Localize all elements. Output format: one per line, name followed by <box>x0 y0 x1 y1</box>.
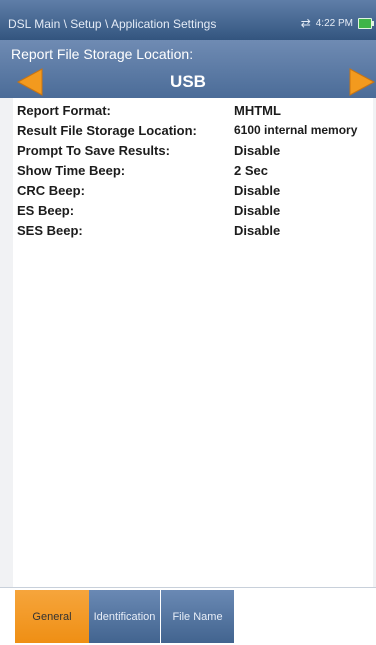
setting-label: Prompt To Save Results: <box>17 143 170 158</box>
storage-location-selector: Report File Storage Location: USB <box>0 40 376 98</box>
sync-arrows-icon: ⇄ <box>300 16 311 30</box>
setting-label: CRC Beep: <box>17 183 85 198</box>
setting-row-show-time-beep[interactable]: Show Time Beep: 2 Sec <box>0 161 376 181</box>
application-settings-screen: DSL Main \ Setup \ Application Settings … <box>0 0 376 645</box>
setting-label: Show Time Beep: <box>17 163 126 178</box>
tab-identification[interactable]: Identification <box>89 590 160 643</box>
setting-value: Disable <box>234 183 281 198</box>
setting-value: Disable <box>234 223 281 238</box>
setting-value: 2 Sec <box>234 163 268 178</box>
setting-row-ses-beep[interactable]: SES Beep: Disable <box>0 221 376 241</box>
tab-bar: General Identification File Name <box>0 587 376 645</box>
selector-label: Report File Storage Location: <box>11 46 194 62</box>
selector-value: USB <box>170 72 206 91</box>
right-arrow-icon <box>349 68 376 96</box>
left-border <box>0 98 13 644</box>
setting-row-report-format[interactable]: Report Format: MHTML <box>0 101 376 121</box>
title-bar: DSL Main \ Setup \ Application Settings … <box>0 0 376 40</box>
setting-label: SES Beep: <box>17 223 83 238</box>
setting-row-crc-beep[interactable]: CRC Beep: Disable <box>0 181 376 201</box>
setting-row-es-beep[interactable]: ES Beep: Disable <box>0 201 376 221</box>
setting-row-prompt-to-save-results[interactable]: Prompt To Save Results: Disable <box>0 141 376 161</box>
setting-row-result-file-storage-location[interactable]: Result File Storage Location: 6100 inter… <box>0 121 376 141</box>
setting-label: ES Beep: <box>17 203 75 218</box>
setting-label: Report Format: <box>17 103 111 118</box>
tab-general[interactable]: General <box>15 590 89 643</box>
setting-label: Result File Storage Location: <box>17 123 197 138</box>
battery-icon <box>358 17 374 29</box>
setting-value: MHTML <box>234 103 281 118</box>
clock-time: 4:22 PM <box>315 17 353 29</box>
settings-list: Report Format: MHTML Result File Storage… <box>0 101 376 241</box>
setting-value: Disable <box>234 143 281 158</box>
setting-value: Disable <box>234 203 281 218</box>
setting-value: 6100 internal memory <box>234 123 358 137</box>
status-area: ⇄ 4:22 PM <box>300 16 374 30</box>
breadcrumb: DSL Main \ Setup \ Application Settings <box>8 17 217 31</box>
tab-file-name[interactable]: File Name <box>161 590 234 643</box>
next-option-button[interactable] <box>340 68 376 96</box>
